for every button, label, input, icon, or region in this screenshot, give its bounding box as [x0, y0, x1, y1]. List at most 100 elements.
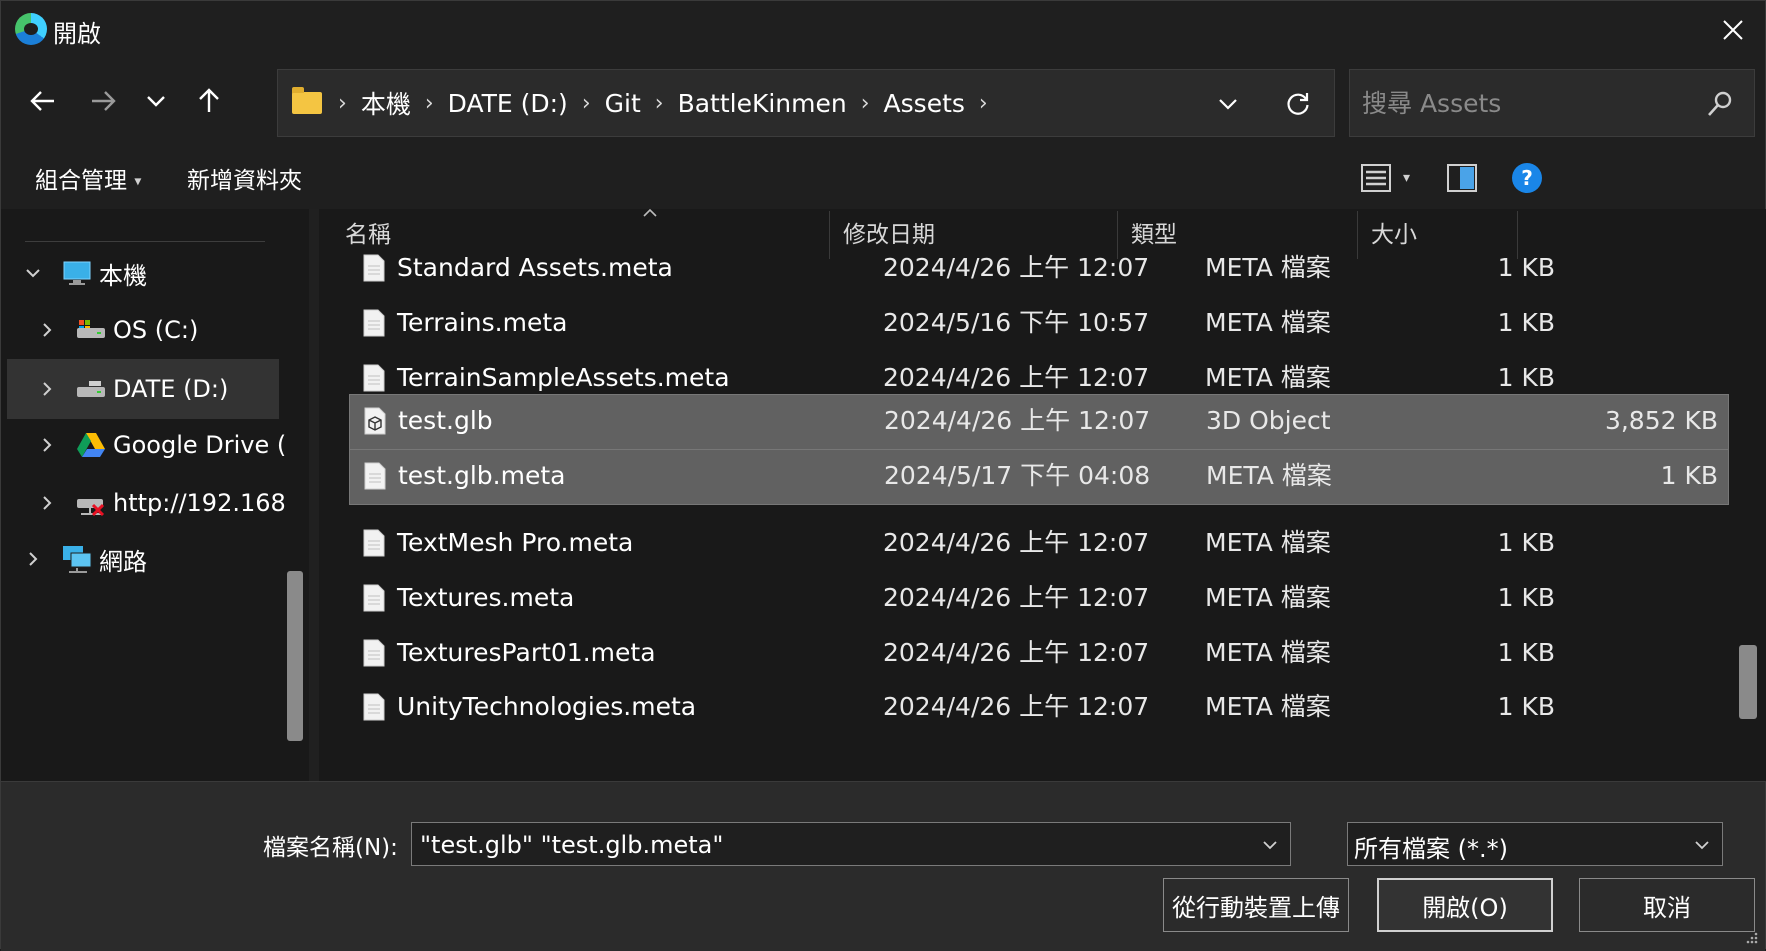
sidebar-item-label: Google Drive ( — [113, 431, 287, 459]
file-row[interactable]: TextMesh Pro.meta 2024/4/26 上午 12:07 MET… — [349, 517, 1697, 571]
recent-locations-button[interactable] — [132, 77, 180, 125]
file-icon — [363, 584, 385, 612]
breadcrumb-item[interactable]: 本機 — [357, 85, 415, 121]
dialog-title: 開啟 — [53, 20, 101, 48]
filename-input[interactable] — [418, 827, 1242, 863]
svg-text:?: ? — [1521, 166, 1533, 190]
filetype-selected: 所有檔案 (*.*) — [1354, 835, 1508, 863]
file-row[interactable]: Terrains.meta 2024/5/16 下午 10:57 META 檔案… — [349, 297, 1697, 351]
search-input[interactable] — [1360, 82, 1684, 124]
file-row[interactable]: Standard Assets.meta 2024/4/26 上午 12:07 … — [349, 242, 1697, 296]
file-icon — [364, 462, 386, 490]
3d-object-icon — [364, 407, 386, 435]
file-size: 1 KB — [1497, 308, 1555, 337]
chevron-right-icon[interactable] — [29, 485, 65, 521]
breadcrumb-item[interactable]: DATE (D:) — [444, 89, 572, 118]
file-name: UnityTechnologies.meta — [397, 692, 697, 721]
file-modified: 2024/4/26 上午 12:07 — [884, 406, 1151, 435]
network-drive-disconnected-icon — [75, 487, 107, 519]
filetype-dropdown[interactable]: 所有檔案 (*.*) — [1347, 822, 1723, 866]
chevron-down-icon — [147, 96, 165, 107]
refresh-button[interactable] — [1280, 86, 1316, 122]
google-drive-icon — [75, 429, 107, 461]
upload-from-mobile-button[interactable]: 從行動裝置上傳 — [1163, 878, 1349, 932]
address-bar[interactable]: › 本機 › DATE (D:) › Git › BattleKinmen › … — [277, 69, 1335, 137]
sidebar-scrollbar[interactable] — [287, 571, 303, 741]
chevron-right-icon[interactable] — [29, 312, 65, 348]
sidebar-item-network[interactable]: 網路 — [15, 529, 287, 589]
open-file-dialog: 開啟 › 本機 › DATE (D:) › Git › BattleKinmen… — [0, 0, 1766, 951]
file-icon — [363, 364, 385, 392]
filename-combobox[interactable] — [411, 822, 1291, 866]
chevron-right-icon[interactable]: › — [645, 91, 674, 116]
file-row[interactable]: UnityTechnologies.meta 2024/4/26 上午 12:0… — [349, 681, 1697, 735]
chevron-right-icon[interactable] — [29, 371, 65, 407]
file-list: 名稱 修改日期 類型 大小 Standard Assets.meta 2024/… — [319, 209, 1766, 781]
organize-button[interactable]: 組合管理 ▾ — [35, 161, 141, 195]
sidebar-item-label: OS (C:) — [113, 316, 199, 344]
breadcrumb: › 本機 › DATE (D:) › Git › BattleKinmen › … — [278, 85, 998, 121]
file-name: Terrains.meta — [397, 308, 568, 337]
file-list-scrollbar[interactable] — [1739, 645, 1757, 719]
caret-down-icon: ▾ — [1403, 170, 1411, 186]
file-row-selected[interactable]: test.glb 2024/4/26 上午 12:07 3D Object 3,… — [349, 394, 1729, 450]
organize-label: 組合管理 — [35, 168, 127, 194]
folder-icon — [292, 87, 322, 114]
change-view-button[interactable]: ▾ — [1361, 157, 1431, 199]
title-bar: 開啟 — [1, 1, 1765, 59]
sidebar-item-label: 本機 — [99, 261, 147, 290]
breadcrumb-item[interactable]: Git — [601, 89, 645, 118]
file-size: 1 KB — [1497, 583, 1555, 612]
preview-pane-button[interactable] — [1447, 157, 1479, 199]
sidebar-item-this-pc[interactable]: 本機 — [15, 243, 287, 303]
address-history-button[interactable] — [1210, 86, 1246, 122]
new-folder-button[interactable]: 新增資料夾 — [187, 161, 302, 195]
file-icon — [363, 693, 385, 721]
chevron-right-icon[interactable]: › — [415, 91, 444, 116]
chevron-down-icon — [1219, 99, 1237, 110]
file-name: test.glb.meta — [398, 461, 566, 490]
chevron-right-icon[interactable]: › — [328, 91, 357, 116]
file-name: TexturesPart01.meta — [397, 638, 656, 667]
file-modified: 2024/4/26 上午 12:07 — [883, 692, 1150, 721]
breadcrumb-item[interactable]: BattleKinmen — [674, 89, 851, 118]
cancel-button[interactable]: 取消 — [1579, 878, 1755, 932]
sidebar-item-label: 網路 — [99, 547, 147, 576]
sidebar-item-google-drive[interactable]: Google Drive ( — [29, 415, 301, 475]
file-type: META 檔案 — [1205, 528, 1331, 557]
close-icon — [1723, 20, 1743, 40]
chevron-down-icon[interactable] — [1260, 835, 1280, 855]
refresh-icon — [1287, 93, 1309, 115]
arrow-right-icon — [92, 91, 116, 111]
preview-pane-icon — [1447, 164, 1477, 192]
file-row-selected[interactable]: test.glb.meta 2024/5/17 下午 04:08 META 檔案… — [349, 449, 1729, 505]
sidebar-item-date-d[interactable]: DATE (D:) — [7, 359, 279, 419]
filename-label: 檔案名稱(N): — [263, 835, 398, 861]
file-size: 3,852 KB — [1604, 406, 1718, 435]
chevron-right-icon[interactable]: › — [969, 91, 998, 116]
close-button[interactable] — [1701, 1, 1765, 59]
file-type: META 檔案 — [1205, 253, 1331, 282]
chevron-right-icon[interactable]: › — [851, 91, 880, 116]
command-bar: 組合管理 ▾ 新增資料夾 ▾ ? — [1, 147, 1765, 209]
chevron-right-icon[interactable]: › — [572, 91, 601, 116]
breadcrumb-item[interactable]: Assets — [880, 89, 969, 118]
help-button[interactable]: ? — [1511, 157, 1543, 199]
chevron-right-icon[interactable] — [15, 541, 51, 577]
search-box[interactable] — [1349, 69, 1755, 137]
file-type: META 檔案 — [1206, 461, 1332, 490]
edge-browser-icon — [15, 13, 47, 45]
up-button[interactable] — [185, 77, 233, 125]
sidebar-item-os-c[interactable]: OS (C:) — [29, 300, 301, 360]
sidebar-item-network-share[interactable]: http://192.168 — [29, 473, 301, 533]
open-button[interactable]: 開啟(O) — [1377, 878, 1553, 932]
chevron-right-icon[interactable] — [29, 427, 65, 463]
resize-grip-icon[interactable] — [1743, 929, 1759, 945]
file-row[interactable]: Textures.meta 2024/4/26 上午 12:07 META 檔案… — [349, 572, 1697, 626]
expand-chevron-icon[interactable] — [15, 255, 51, 291]
forward-button[interactable] — [79, 77, 127, 125]
file-row[interactable]: TexturesPart01.meta 2024/4/26 上午 12:07 M… — [349, 627, 1697, 681]
file-icon — [363, 309, 385, 337]
back-button[interactable] — [19, 77, 67, 125]
arrow-left-icon — [30, 91, 54, 111]
